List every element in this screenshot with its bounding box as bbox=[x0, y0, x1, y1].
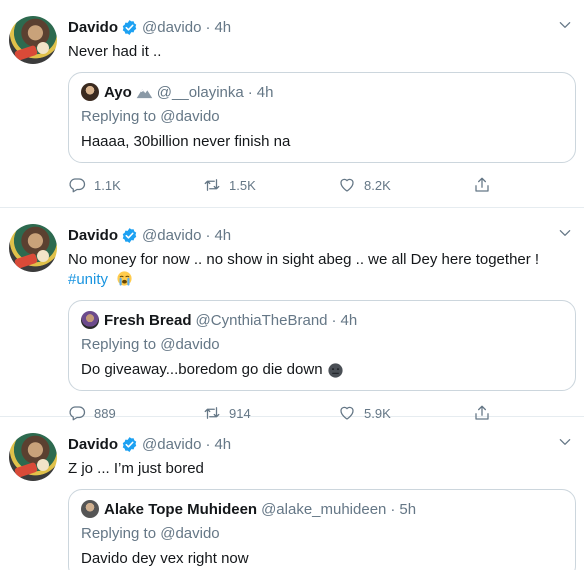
replying-to: Replying to @davido bbox=[81, 108, 220, 125]
caret-down-icon[interactable] bbox=[558, 226, 572, 240]
verified-icon bbox=[122, 227, 137, 243]
quoted-author-name: Ayo bbox=[104, 83, 132, 101]
quoted-author-handle: @__olayinka bbox=[156, 83, 244, 101]
quoted-avatar bbox=[81, 311, 99, 329]
quoted-avatar bbox=[81, 83, 99, 101]
like-icon bbox=[340, 178, 354, 192]
separator: · bbox=[205, 226, 211, 244]
quoted-tweet-header: Ayo @__olayinka · 4h bbox=[81, 82, 563, 102]
retweet-icon bbox=[204, 179, 220, 191]
verified-icon bbox=[122, 19, 137, 35]
quoted-tweet[interactable]: Fresh Bread @CynthiaTheBrand · 4h Replyi… bbox=[68, 300, 576, 391]
tweet-text: Z jo ... I’m just bored bbox=[68, 459, 568, 479]
author-handle[interactable]: @davido bbox=[142, 19, 201, 36]
reply-button[interactable]: 1.1K bbox=[68, 176, 203, 194]
separator: · bbox=[331, 311, 337, 329]
tweet-text-content: Never had it .. bbox=[68, 43, 162, 60]
author-name[interactable]: Davido bbox=[68, 19, 118, 36]
quoted-avatar bbox=[81, 500, 99, 518]
tweet-text: No money for now .. no show in sight abe… bbox=[68, 250, 568, 290]
quoted-text: Do giveaway...boredom go die down bbox=[81, 360, 563, 380]
quoted-tweet[interactable]: Ayo @__olayinka · 4h Replying to @davido… bbox=[68, 72, 576, 163]
like-button[interactable]: 8.2K bbox=[338, 176, 473, 194]
share-icon bbox=[475, 177, 489, 192]
avatar[interactable] bbox=[9, 16, 57, 64]
mountain-emoji-icon bbox=[136, 88, 153, 98]
avatar[interactable] bbox=[9, 433, 57, 481]
timestamp[interactable]: 4h bbox=[214, 227, 231, 244]
caret-down-icon[interactable] bbox=[558, 18, 572, 32]
tweet[interactable]: Davido @davido · 4h No money for now .. … bbox=[0, 208, 584, 421]
tweet-text: Never had it .. bbox=[68, 42, 568, 62]
author-name[interactable]: Davido bbox=[68, 227, 118, 244]
quoted-tweet-header: Alake Tope Muhideen @alake_muhideen · 5h bbox=[81, 499, 563, 519]
quoted-text: Davido dey vex right now bbox=[81, 550, 249, 567]
timestamp[interactable]: 4h bbox=[214, 19, 231, 36]
action-bar: 1.1K 1.5K 8.2K bbox=[68, 175, 568, 195]
quoted-timestamp: 4h bbox=[340, 311, 358, 329]
author-name[interactable]: Davido bbox=[68, 436, 118, 453]
avatar[interactable] bbox=[9, 224, 57, 272]
tweet[interactable]: Davido @davido · 4h Z jo ... I’m just bo… bbox=[0, 417, 584, 570]
tweet[interactable]: Davido @davido · 4h Never had it .. Ayo … bbox=[0, 0, 584, 208]
retweet-button[interactable]: 1.5K bbox=[203, 176, 338, 194]
quoted-text-content: Do giveaway...boredom go die down bbox=[81, 361, 323, 378]
replying-to: Replying to @davido bbox=[81, 525, 220, 542]
like-count: 8.2K bbox=[364, 177, 391, 193]
crying-emoji-icon bbox=[117, 271, 132, 286]
timeline: Davido @davido · 4h Never had it .. Ayo … bbox=[0, 0, 584, 570]
quoted-timestamp: 4h bbox=[256, 83, 274, 101]
quoted-tweet-header: Fresh Bread @CynthiaTheBrand · 4h bbox=[81, 310, 563, 330]
quoted-author-handle: @alake_muhideen bbox=[261, 500, 387, 518]
caret-down-icon[interactable] bbox=[558, 435, 572, 449]
quoted-timestamp: 5h bbox=[399, 500, 417, 518]
timestamp[interactable]: 4h bbox=[214, 436, 231, 453]
separator: · bbox=[247, 83, 253, 101]
tweet-header: Davido @davido · 4h bbox=[68, 224, 568, 246]
retweet-count: 1.5K bbox=[229, 177, 256, 193]
hashtag-link[interactable]: #unity bbox=[68, 271, 108, 288]
reply-count: 1.1K bbox=[94, 177, 121, 193]
separator: · bbox=[205, 18, 211, 36]
author-handle[interactable]: @davido bbox=[142, 436, 201, 453]
quoted-text: Haaaa, 30billion never finish na bbox=[81, 133, 291, 150]
separator: · bbox=[390, 500, 396, 518]
quoted-tweet[interactable]: Alake Tope Muhideen @alake_muhideen · 5h… bbox=[68, 489, 576, 570]
tweet-text-content: No money for now .. no show in sight abe… bbox=[68, 251, 540, 268]
reply-icon bbox=[69, 178, 86, 193]
tweet-header: Davido @davido · 4h bbox=[68, 16, 568, 38]
author-handle[interactable]: @davido bbox=[142, 227, 201, 244]
quoted-author-name: Fresh Bread bbox=[104, 311, 192, 329]
neutral-face-emoji-icon bbox=[327, 362, 343, 378]
separator: · bbox=[205, 435, 211, 453]
tweet-text-content: Z jo ... I’m just bored bbox=[68, 460, 204, 477]
verified-icon bbox=[122, 436, 137, 452]
tweet-header: Davido @davido · 4h bbox=[68, 433, 568, 455]
quoted-author-name: Alake Tope Muhideen bbox=[104, 500, 258, 518]
replying-to: Replying to @davido bbox=[81, 336, 220, 353]
share-button[interactable] bbox=[473, 176, 503, 194]
quoted-author-handle: @CynthiaTheBrand bbox=[195, 311, 328, 329]
